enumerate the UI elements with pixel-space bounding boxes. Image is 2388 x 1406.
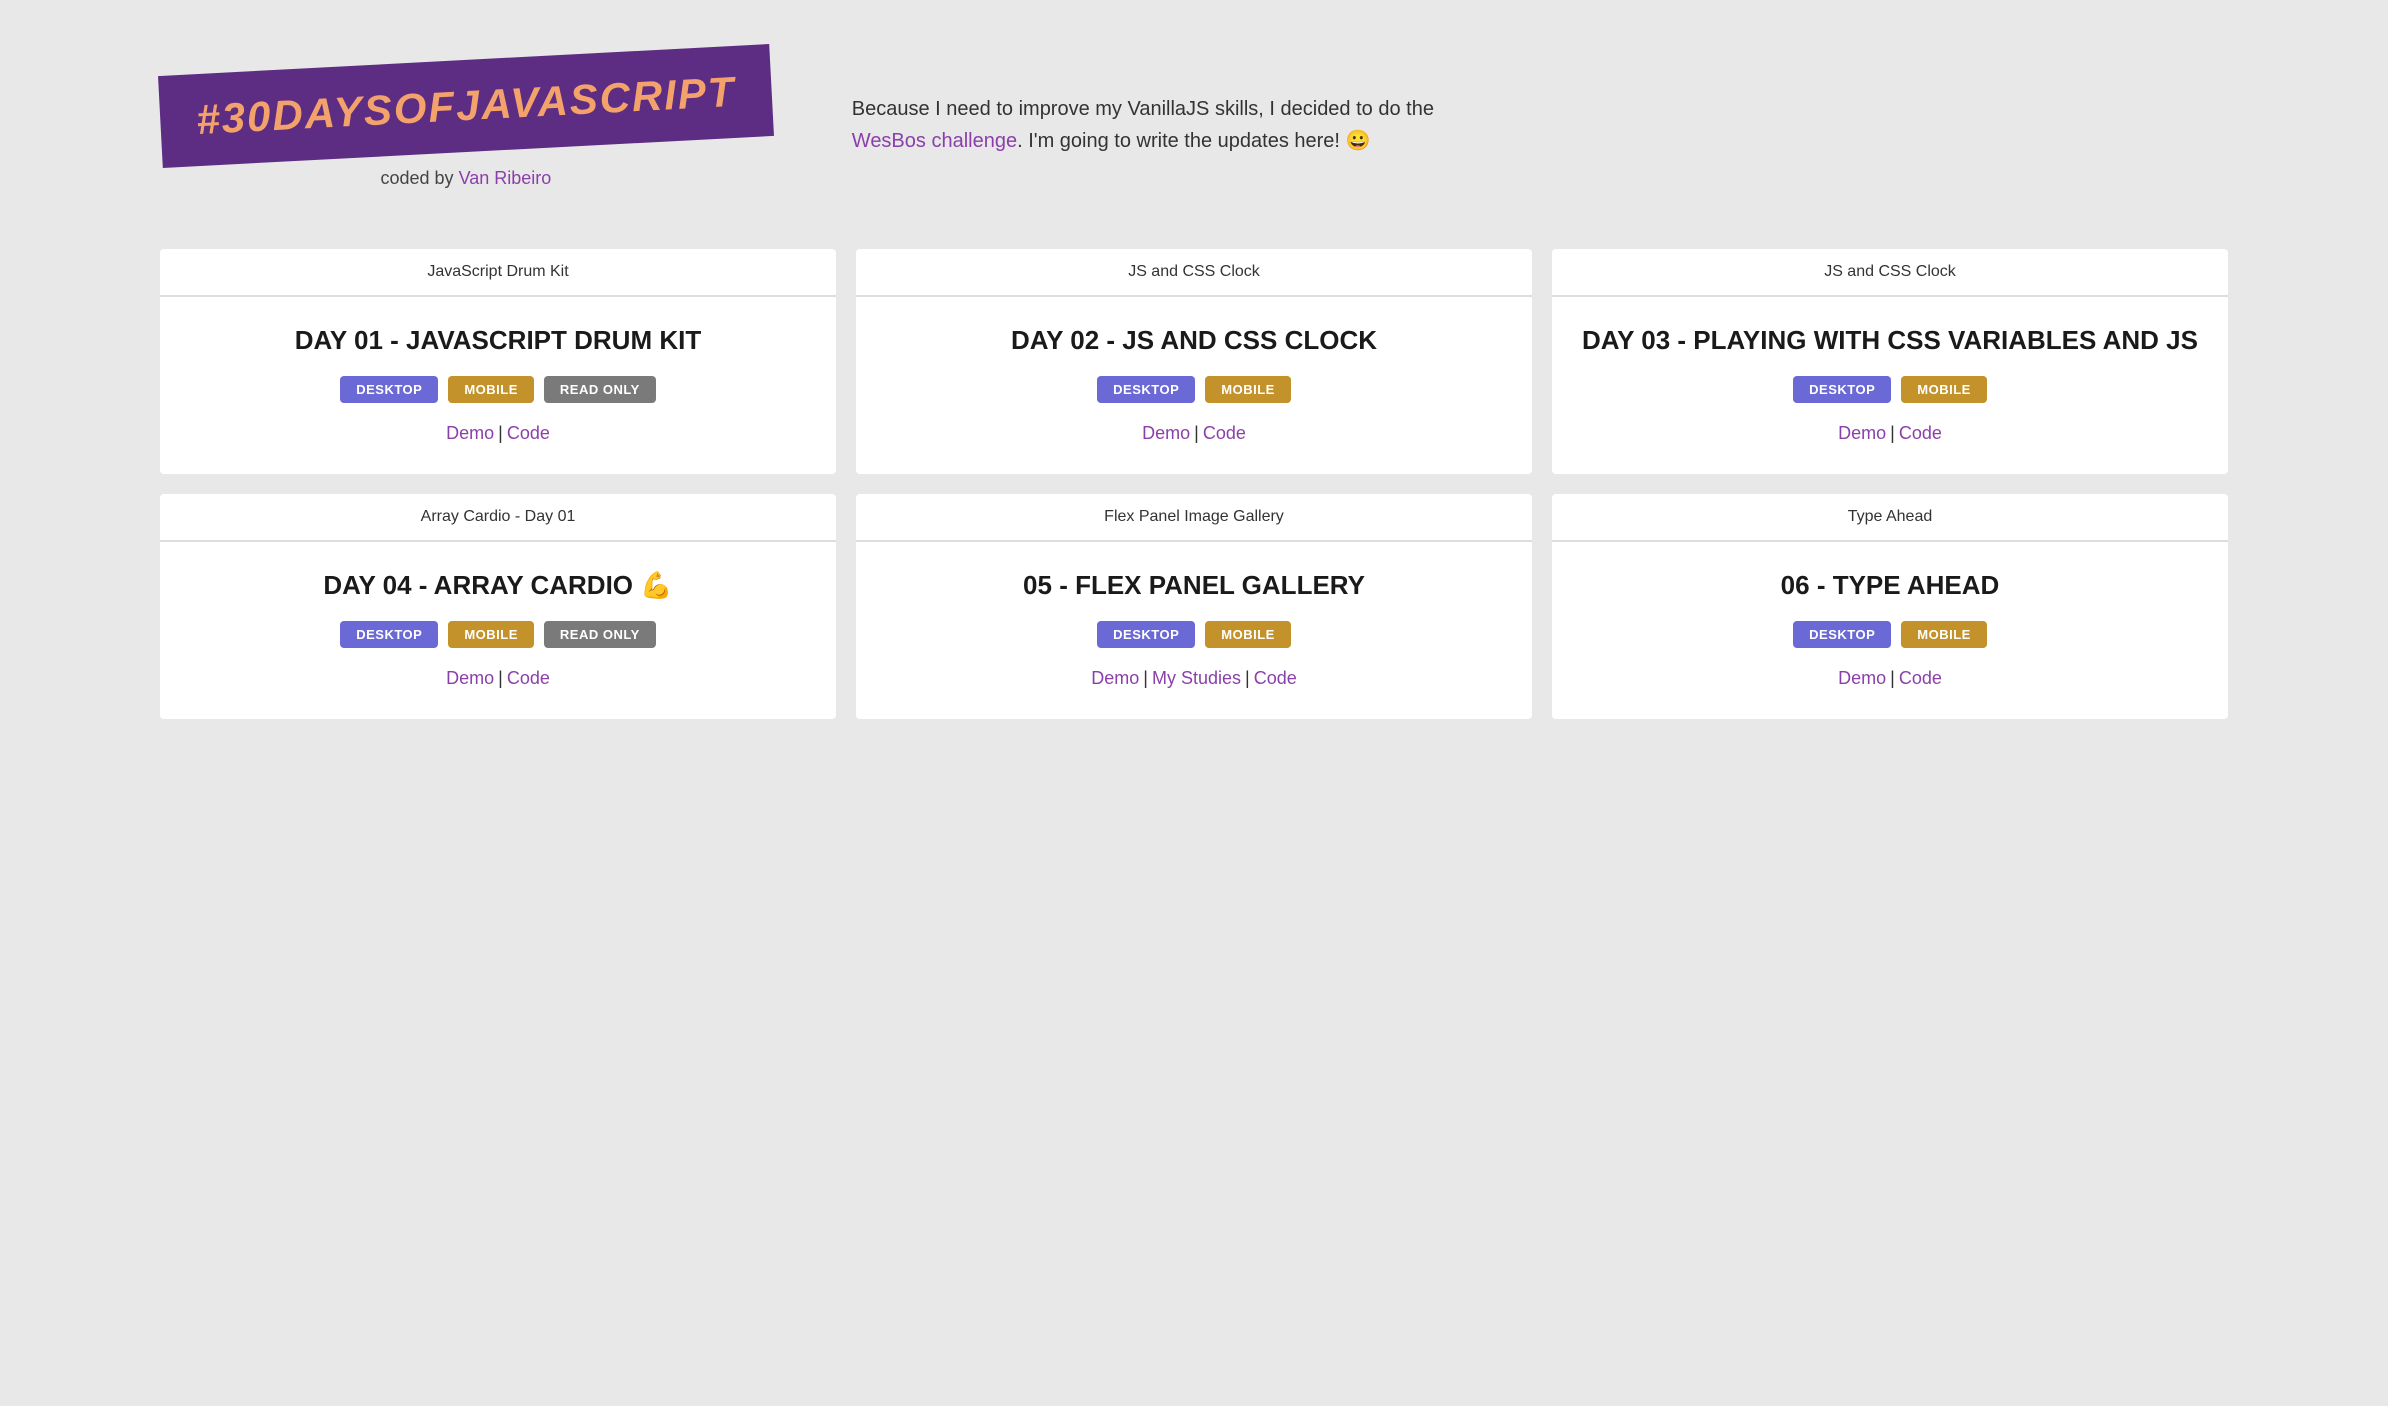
- card-title: DAY 04 - ARRAY CARDIO 💪: [299, 542, 696, 621]
- card-subtitle: JS and CSS Clock: [1552, 249, 2228, 297]
- card-link-demo[interactable]: Demo: [1091, 668, 1139, 688]
- badge-desktop: DESKTOP: [1793, 376, 1891, 403]
- link-separator: |: [1890, 668, 1895, 688]
- badge-desktop: DESKTOP: [1793, 621, 1891, 648]
- card-links: Demo|Code: [446, 423, 550, 444]
- card-title: 05 - FLEX PANEL GALLERY: [999, 542, 1389, 621]
- badge-readonly: READ ONLY: [544, 376, 656, 403]
- card-5: Flex Panel Image Gallery05 - FLEX PANEL …: [856, 494, 1532, 719]
- card-link-demo[interactable]: Demo: [1142, 423, 1190, 443]
- header: #30DAYSOFJAVASCRIPT coded by Van Ribeiro…: [0, 0, 2388, 229]
- card-badges: DESKTOP MOBILE: [1773, 376, 2007, 403]
- badge-mobile: MOBILE: [1901, 376, 1987, 403]
- card-title: DAY 01 - JAVASCRIPT DRUM KIT: [271, 297, 725, 376]
- cards-grid: JavaScript Drum KitDAY 01 - JAVASCRIPT D…: [0, 229, 2388, 759]
- logo-container: #30DAYSOFJAVASCRIPT coded by Van Ribeiro: [160, 60, 772, 189]
- card-4: Array Cardio - Day 01DAY 04 - ARRAY CARD…: [160, 494, 836, 719]
- card-title: 06 - TYPE AHEAD: [1757, 542, 2024, 621]
- logo-text: #30DAYSOFJAVASCRIPT: [195, 68, 737, 144]
- badge-mobile: MOBILE: [1901, 621, 1987, 648]
- badge-mobile: MOBILE: [1205, 376, 1291, 403]
- card-link-my-studies[interactable]: My Studies: [1152, 668, 1241, 688]
- card-title: DAY 03 - PLAYING WITH CSS VARIABLES AND …: [1558, 297, 2222, 376]
- description-after: . I'm going to write the updates here! 😀: [1017, 130, 1370, 152]
- card-link-demo[interactable]: Demo: [446, 668, 494, 688]
- card-links: Demo|Code: [446, 668, 550, 689]
- link-separator: |: [1143, 668, 1148, 688]
- badge-desktop: DESKTOP: [340, 376, 438, 403]
- badge-mobile: MOBILE: [448, 621, 534, 648]
- badge-mobile: MOBILE: [1205, 621, 1291, 648]
- badge-readonly: READ ONLY: [544, 621, 656, 648]
- wesbos-link[interactable]: WesBos challenge: [852, 130, 1017, 152]
- card-subtitle: JavaScript Drum Kit: [160, 249, 836, 297]
- card-3: JS and CSS ClockDAY 03 - PLAYING WITH CS…: [1552, 249, 2228, 474]
- card-badges: DESKTOP MOBILE READ ONLY: [320, 376, 676, 403]
- card-links: Demo|Code: [1838, 423, 1942, 444]
- coded-by-prefix: coded by: [381, 168, 459, 188]
- coded-by: coded by Van Ribeiro: [160, 168, 772, 189]
- card-badges: DESKTOP MOBILE: [1077, 621, 1311, 648]
- card-subtitle: JS and CSS Clock: [856, 249, 1532, 297]
- card-link-code[interactable]: Code: [507, 423, 550, 443]
- card-link-code[interactable]: Code: [1254, 668, 1297, 688]
- card-badges: DESKTOP MOBILE READ ONLY: [320, 621, 676, 648]
- card-badges: DESKTOP MOBILE: [1773, 621, 2007, 648]
- card-2: JS and CSS ClockDAY 02 - JS AND CSS CLOC…: [856, 249, 1532, 474]
- card-subtitle: Flex Panel Image Gallery: [856, 494, 1532, 542]
- card-1: JavaScript Drum KitDAY 01 - JAVASCRIPT D…: [160, 249, 836, 474]
- card-subtitle: Type Ahead: [1552, 494, 2228, 542]
- card-6: Type Ahead06 - TYPE AHEADDESKTOP MOBILE De…: [1552, 494, 2228, 719]
- badge-desktop: DESKTOP: [340, 621, 438, 648]
- link-separator: |: [498, 668, 503, 688]
- logo-banner: #30DAYSOFJAVASCRIPT: [158, 44, 774, 168]
- card-link-code[interactable]: Code: [1899, 423, 1942, 443]
- link-separator: |: [498, 423, 503, 443]
- card-links: Demo|My Studies|Code: [1091, 668, 1296, 689]
- header-description: Because I need to improve my VanillaJS s…: [852, 93, 1452, 157]
- card-link-demo[interactable]: Demo: [446, 423, 494, 443]
- card-link-code[interactable]: Code: [1203, 423, 1246, 443]
- coded-by-link[interactable]: Van Ribeiro: [459, 168, 552, 188]
- link-separator: |: [1890, 423, 1895, 443]
- card-link-code[interactable]: Code: [507, 668, 550, 688]
- link-separator: |: [1194, 423, 1199, 443]
- card-link-demo[interactable]: Demo: [1838, 423, 1886, 443]
- card-links: Demo|Code: [1142, 423, 1246, 444]
- badge-desktop: DESKTOP: [1097, 376, 1195, 403]
- badge-mobile: MOBILE: [448, 376, 534, 403]
- badge-desktop: DESKTOP: [1097, 621, 1195, 648]
- description-before: Because I need to improve my VanillaJS s…: [852, 98, 1434, 120]
- card-links: Demo|Code: [1838, 668, 1942, 689]
- card-subtitle: Array Cardio - Day 01: [160, 494, 836, 542]
- card-link-demo[interactable]: Demo: [1838, 668, 1886, 688]
- card-badges: DESKTOP MOBILE: [1077, 376, 1311, 403]
- card-link-code[interactable]: Code: [1899, 668, 1942, 688]
- link-separator: |: [1245, 668, 1250, 688]
- card-title: DAY 02 - JS AND CSS CLOCK: [987, 297, 1401, 376]
